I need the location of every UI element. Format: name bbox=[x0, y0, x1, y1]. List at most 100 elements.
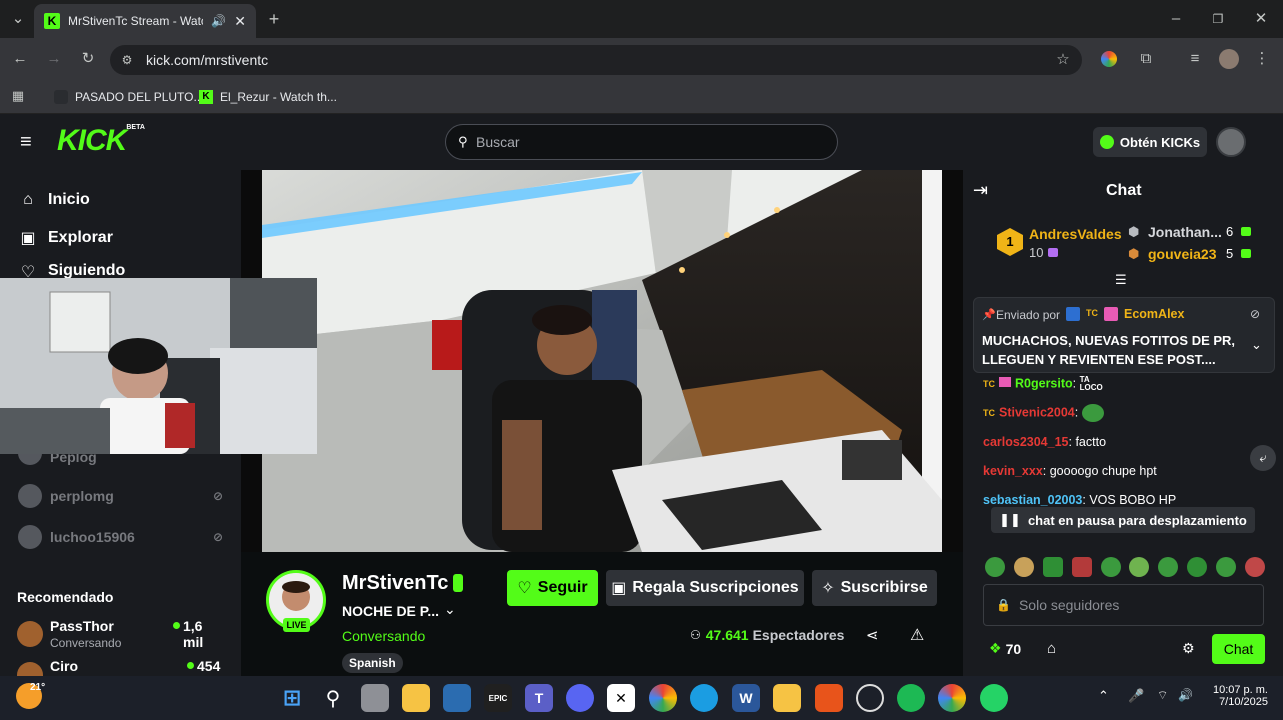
search-input[interactable]: ⚲ Buscar bbox=[445, 124, 838, 160]
expand-title-chevron-icon[interactable]: ⌄ bbox=[444, 601, 456, 618]
search-icon[interactable]: ⚲ bbox=[319, 684, 347, 712]
expand-pinned-chevron-icon[interactable]: ⌄ bbox=[1251, 337, 1262, 353]
hamburger-menu-icon[interactable]: ≡ bbox=[20, 132, 38, 152]
chat-message[interactable]: TC Stivenic2004: bbox=[983, 404, 1104, 422]
emote-icon[interactable] bbox=[1129, 557, 1150, 577]
capcut-icon[interactable]: ✕ bbox=[607, 684, 635, 712]
collapse-chat-icon[interactable]: ⇥ bbox=[973, 180, 988, 201]
bookmark-item[interactable]: PASADO DEL PLUTO... bbox=[54, 86, 203, 108]
browser-menu-icon[interactable]: ⋮ bbox=[1252, 49, 1272, 69]
reload-icon[interactable]: ↻ bbox=[78, 49, 98, 69]
minimize-icon[interactable]: – bbox=[1166, 9, 1186, 29]
chat-username[interactable]: carlos2304_15 bbox=[983, 435, 1069, 449]
pinned-message[interactable]: 📌 Enviado por TC EcomAlex ⊘ MUCHACHOS, N… bbox=[973, 297, 1275, 373]
emote-icon[interactable] bbox=[1042, 557, 1063, 577]
tray-chevron-icon[interactable]: ⌃ bbox=[1098, 688, 1109, 704]
discord-icon[interactable] bbox=[566, 684, 594, 712]
obs-icon[interactable] bbox=[856, 684, 884, 712]
pinned-author[interactable]: EcomAlex bbox=[1124, 307, 1184, 321]
emote-icon[interactable] bbox=[1100, 557, 1121, 577]
microphone-icon[interactable]: 🎤 bbox=[1128, 688, 1144, 704]
chat-username[interactable]: sebastian_02003 bbox=[983, 493, 1082, 507]
file-explorer-icon[interactable] bbox=[402, 684, 430, 712]
speaker-icon[interactable]: 🔊 bbox=[211, 14, 226, 28]
folder-icon[interactable] bbox=[773, 684, 801, 712]
follow-button[interactable]: ♡ Seguir bbox=[507, 570, 598, 606]
emote-icon[interactable] bbox=[1187, 557, 1208, 577]
scroll-to-bottom-icon[interactable]: ⤶ bbox=[1250, 445, 1276, 471]
clock[interactable]: 10:07 p. m. 7/10/2025 bbox=[1204, 684, 1268, 708]
extensions-puzzle-icon[interactable]: ⧉ bbox=[1136, 49, 1156, 69]
maximize-icon[interactable]: ❐ bbox=[1208, 9, 1228, 29]
recommended-channel[interactable]: Ciro 454 bbox=[17, 656, 224, 676]
get-kicks-button[interactable]: Obtén KICKs bbox=[1093, 127, 1207, 157]
emote-icon[interactable] bbox=[1071, 557, 1092, 577]
followed-channel[interactable]: perplomg ⊘ bbox=[18, 481, 223, 511]
close-tab-icon[interactable]: ✕ bbox=[234, 13, 246, 30]
teams-icon[interactable]: T bbox=[525, 684, 553, 712]
chat-message[interactable]: kevin_xxx: goooogo chupe hpt bbox=[983, 464, 1157, 478]
unpin-icon[interactable]: ⊘ bbox=[1250, 307, 1260, 321]
app-icon[interactable] bbox=[815, 684, 843, 712]
emote-icon[interactable] bbox=[985, 557, 1005, 577]
share-icon[interactable]: ⋖ bbox=[866, 626, 879, 644]
chrome-active-icon[interactable] bbox=[938, 684, 966, 712]
chat-message[interactable]: TC R0gersito: TA LOCO bbox=[983, 376, 1103, 392]
language-tag[interactable]: Spanish bbox=[342, 653, 403, 673]
emote-icon[interactable] bbox=[1013, 557, 1034, 577]
followed-channel[interactable]: luchoo15906 ⊘ bbox=[18, 522, 223, 552]
nav-inicio[interactable]: ⌂ Inicio bbox=[18, 187, 90, 213]
task-view-icon[interactable] bbox=[361, 684, 389, 712]
emote-icon[interactable] bbox=[1158, 557, 1179, 577]
chat-paused-notice[interactable]: ❚❚ chat en pausa para desplazamiento bbox=[991, 507, 1255, 533]
whatsapp-icon[interactable] bbox=[980, 684, 1008, 712]
browser-tab[interactable]: K MrStivenTc Stream - Watch 🔊 ✕ bbox=[34, 4, 256, 38]
nav-siguiendo[interactable]: ♡ Siguiendo bbox=[18, 262, 126, 278]
steam-icon[interactable] bbox=[443, 684, 471, 712]
stream-category[interactable]: Conversando bbox=[342, 628, 425, 644]
media-controls-icon[interactable]: ≡ bbox=[1185, 49, 1205, 69]
start-windows-icon[interactable]: ⊞ bbox=[278, 684, 306, 712]
tab-list-chevron-icon[interactable]: ⌄ bbox=[8, 9, 28, 29]
chrome-icon[interactable] bbox=[649, 684, 677, 712]
chat-username[interactable]: Stivenic2004 bbox=[999, 405, 1075, 419]
chat-input[interactable]: 🔒 Solo seguidores bbox=[983, 584, 1264, 626]
user-avatar[interactable] bbox=[1216, 127, 1246, 157]
chat-username[interactable]: kevin_xxx bbox=[983, 464, 1043, 478]
bookmark-item[interactable]: K El_Rezur - Watch th... bbox=[199, 86, 337, 108]
spotify-icon[interactable] bbox=[897, 684, 925, 712]
wifi-icon[interactable]: ⌔ bbox=[1157, 688, 1168, 703]
chat-message[interactable]: carlos2304_15: factto bbox=[983, 435, 1106, 449]
word-icon[interactable]: W bbox=[732, 684, 760, 712]
epic-games-icon[interactable]: EPIC bbox=[484, 684, 512, 712]
emote-icon[interactable] bbox=[1216, 557, 1236, 577]
address-bar[interactable]: ⚙ kick.com/mrstiventc ☆ bbox=[110, 45, 1082, 75]
store-icon[interactable]: ⌂ bbox=[1047, 640, 1056, 657]
edge-icon[interactable] bbox=[690, 684, 718, 712]
volume-icon[interactable]: 🔊 bbox=[1178, 688, 1193, 702]
back-icon[interactable]: ← bbox=[10, 49, 30, 69]
chat-username[interactable]: R0gersito bbox=[1015, 376, 1073, 390]
kick-logo[interactable]: KICKBETA bbox=[57, 124, 145, 158]
recommended-channel[interactable]: PassThor Conversando 1,6 mil bbox=[17, 617, 224, 651]
apps-grid-icon[interactable]: ▦ bbox=[8, 86, 28, 106]
report-warning-icon[interactable]: ⚠ bbox=[910, 625, 924, 645]
second-gifter-name[interactable]: Jonathan... bbox=[1148, 224, 1222, 240]
third-gifter-name[interactable]: gouveia23 bbox=[1148, 246, 1216, 262]
top-gifter-name[interactable]: AndresValdes bbox=[1029, 226, 1122, 242]
channel-points[interactable]: ❖ 70 bbox=[989, 640, 1021, 657]
gift-subs-button[interactable]: ▣ Regala Suscripciones bbox=[606, 570, 804, 606]
chat-message[interactable]: sebastian_02003: VOS BOBO HP bbox=[983, 493, 1176, 507]
profile-avatar[interactable] bbox=[1219, 49, 1239, 69]
emote-icon[interactable] bbox=[1244, 557, 1265, 577]
new-tab-icon[interactable]: + bbox=[264, 9, 284, 29]
expand-leaderboard-icon[interactable]: ☰ bbox=[1115, 272, 1127, 288]
stream-video[interactable] bbox=[262, 170, 942, 552]
chat-settings-gear-icon[interactable]: ⚙ bbox=[1182, 640, 1195, 657]
channel-name[interactable]: MrStivenTc bbox=[342, 572, 448, 595]
send-chat-button[interactable]: Chat bbox=[1212, 634, 1265, 664]
subscribe-button[interactable]: ✧ Suscribirse bbox=[812, 570, 937, 606]
extension-color-icon[interactable] bbox=[1101, 51, 1117, 67]
forward-icon[interactable]: → bbox=[44, 49, 64, 69]
bookmark-star-icon[interactable]: ☆ bbox=[1054, 50, 1072, 70]
